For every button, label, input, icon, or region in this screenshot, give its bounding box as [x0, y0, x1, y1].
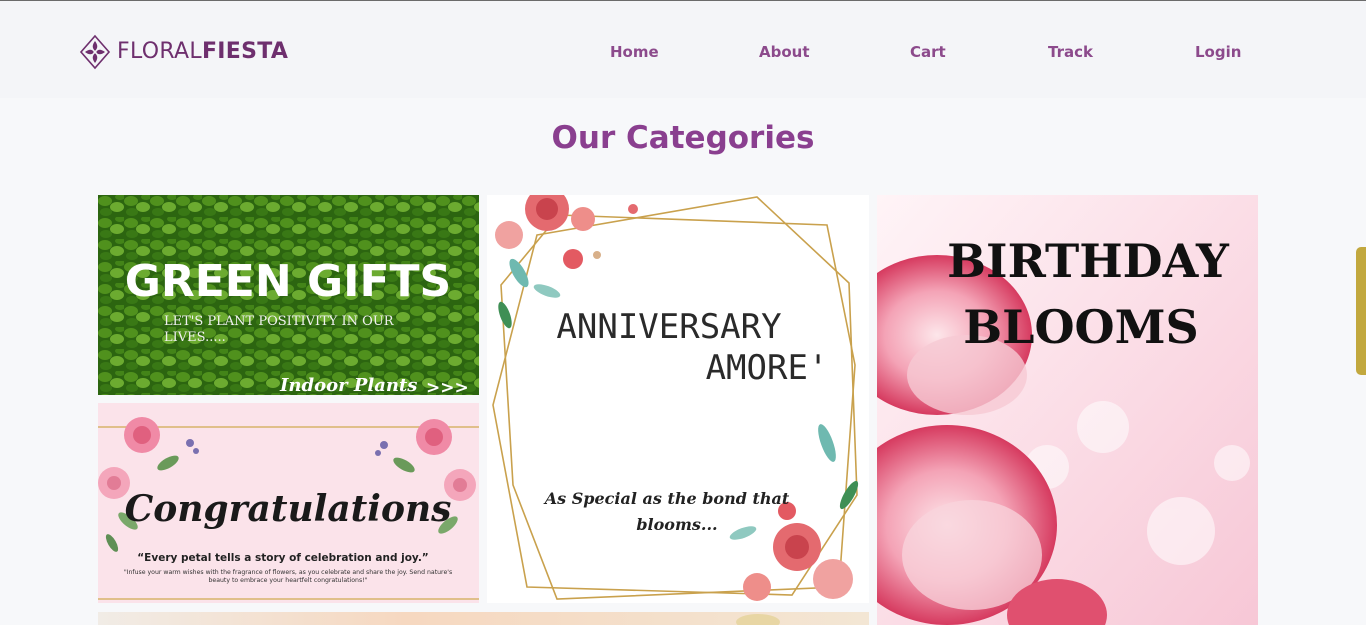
congratulations-quote: “Every petal tells a story of celebratio…: [137, 552, 428, 564]
brand-name-part2: FIESTA: [201, 39, 289, 64]
category-card-partial[interactable]: [98, 611, 869, 625]
page-title: Our Categories: [551, 120, 815, 156]
green-gifts-tagline-2: LIVES.....: [164, 330, 226, 345]
nav-home[interactable]: Home: [610, 42, 659, 62]
congratulations-small-2: beauty to embrace your heartfelt congrat…: [208, 577, 367, 584]
green-gifts-tagline-1: LET'S PLANT POSITIVITY IN OUR: [164, 314, 395, 329]
nav-about[interactable]: About: [759, 42, 810, 62]
congratulations-image: Congratulations “Every petal tells a sto…: [98, 403, 479, 603]
partial-card-image: [98, 612, 869, 625]
category-card-congratulations[interactable]: Congratulations “Every petal tells a sto…: [98, 403, 479, 603]
nav-cart[interactable]: Cart: [910, 42, 946, 62]
brand-name-part1: FLORAL: [117, 39, 202, 64]
nav-track[interactable]: Track: [1048, 42, 1093, 62]
green-gifts-link: Indoor Plants: [279, 375, 417, 395]
category-card-green-gifts[interactable]: GREEN GIFTS LET'S PLANT POSITIVITY IN OU…: [98, 195, 479, 395]
brand-name: FLORALFIESTA: [117, 41, 288, 63]
birthday-image: BIRTHDAY BLOOMS: [877, 195, 1258, 625]
scrollbar-thumb[interactable]: [1356, 247, 1366, 375]
anniversary-tagline-2: blooms...: [636, 515, 717, 534]
anniversary-tagline-1: As Special as the bond that: [543, 489, 790, 508]
green-gifts-arrows: >>>: [426, 378, 469, 395]
congratulations-small-1: "Infuse your warm wishes with the fragra…: [124, 569, 452, 576]
nav-login[interactable]: Login: [1195, 42, 1241, 62]
congratulations-title: Congratulations: [125, 488, 452, 530]
birthday-title-2: BLOOMS: [963, 300, 1199, 354]
green-gifts-title: GREEN GIFTS: [125, 256, 452, 307]
category-card-birthday[interactable]: BIRTHDAY BLOOMS: [877, 195, 1258, 625]
green-gifts-image: GREEN GIFTS LET'S PLANT POSITIVITY IN OU…: [98, 195, 479, 395]
birthday-title-1: BIRTHDAY: [947, 234, 1230, 288]
flower-diamond-icon: [79, 34, 111, 70]
anniversary-image: ANNIVERSARY AMORE' As Special as the bon…: [487, 195, 869, 603]
anniversary-title-1: ANNIVERSARY: [556, 307, 781, 347]
navbar: FLORALFIESTA Home About Cart Track Login: [0, 1, 1366, 98]
anniversary-title-2: AMORE': [706, 348, 829, 388]
brand-logo[interactable]: FLORALFIESTA: [79, 34, 288, 70]
category-card-anniversary[interactable]: ANNIVERSARY AMORE' As Special as the bon…: [487, 195, 869, 603]
